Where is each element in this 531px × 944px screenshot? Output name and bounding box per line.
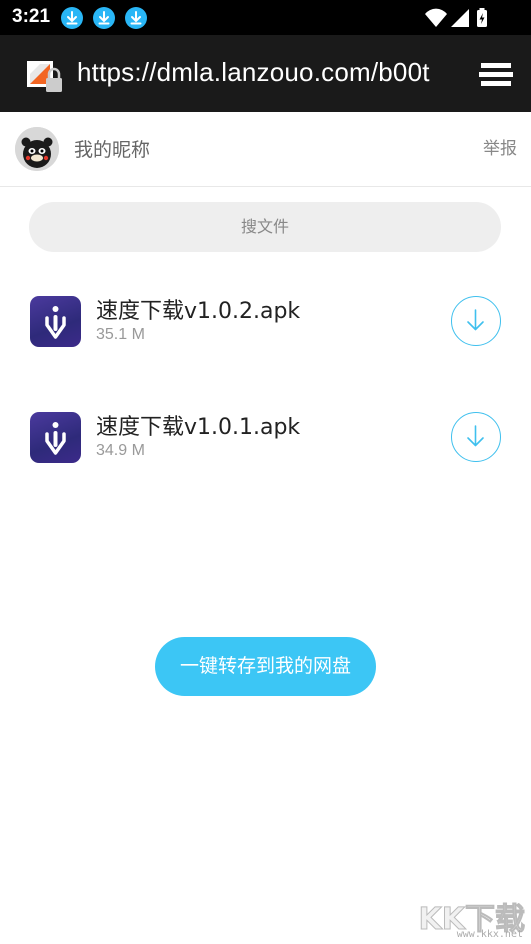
profile-row: 我的昵称 举报 <box>0 112 531 187</box>
file-size: 34.9 M <box>96 442 145 459</box>
insecure-lock-icon[interactable] <box>26 60 66 96</box>
file-name[interactable]: 速度下载v1.0.2.apk <box>96 293 300 325</box>
app-icon <box>30 412 81 463</box>
tabs-icon[interactable] <box>478 59 514 89</box>
battery-charging-icon <box>477 8 487 27</box>
status-bar: 3:21 <box>0 0 531 35</box>
save-to-disk-button[interactable]: 一键转存到我的网盘 <box>155 637 376 696</box>
system-icons <box>423 7 493 33</box>
watermark-url: www.kkx.net <box>456 929 523 940</box>
wifi-icon <box>425 8 447 28</box>
nickname: 我的昵称 <box>74 139 151 161</box>
file-name[interactable]: 速度下载v1.0.1.apk <box>96 409 300 441</box>
download-icon <box>125 7 147 29</box>
download-icon <box>93 7 115 29</box>
download-icon <box>61 7 83 29</box>
report-link[interactable]: 举报 <box>483 134 517 159</box>
list-item[interactable]: 速度下载v1.0.1.apk 34.9 M <box>0 412 531 502</box>
signal-icon <box>451 9 469 27</box>
file-size: 35.1 M <box>96 326 145 343</box>
url-text[interactable]: https://dmla.lanzouo.com/b00t <box>77 57 449 91</box>
list-item[interactable]: 速度下载v1.0.2.apk 35.1 M <box>0 296 531 386</box>
watermark: KK下载 www.kkx.net <box>407 894 527 941</box>
status-time: 3:21 <box>12 6 51 27</box>
download-icon[interactable] <box>451 412 501 462</box>
avatar[interactable] <box>15 127 59 171</box>
download-icon[interactable] <box>451 296 501 346</box>
address-bar[interactable]: https://dmla.lanzouo.com/b00t <box>0 35 531 112</box>
search-input[interactable]: 搜文件 <box>29 202 501 252</box>
app-icon <box>30 296 81 347</box>
